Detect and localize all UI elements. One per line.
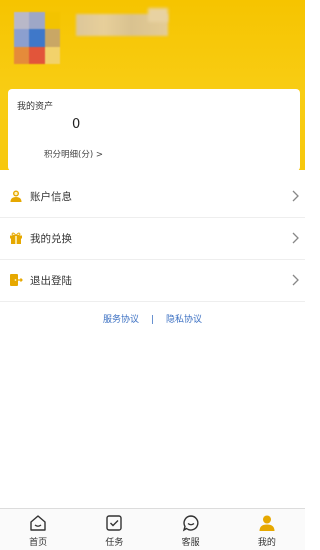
nickname-badge (148, 8, 168, 22)
home-icon (30, 515, 46, 531)
asset-title: 我的资产 (17, 102, 54, 112)
task-icon (106, 515, 123, 531)
menu-list: 账户信息 我的兑换 退出登陆 (0, 176, 305, 302)
menu-item-label: 我的兑换 (30, 233, 72, 245)
menu-item-logout[interactable]: 退出登陆 (0, 260, 305, 302)
menu-item-label: 退出登陆 (30, 275, 72, 287)
logout-icon (9, 273, 23, 287)
tab-label: 首页 (29, 538, 48, 548)
chevron-right-icon (292, 190, 299, 202)
tab-service[interactable]: 客服 (153, 509, 229, 550)
tab-task[interactable]: 任务 (76, 509, 152, 550)
tab-mine[interactable]: 我的 (229, 509, 305, 550)
profile-icon (259, 515, 275, 531)
bottom-tabbar: 首页 任务 客服 我的 (0, 508, 305, 550)
avatar[interactable] (14, 12, 60, 64)
link-separator: | (150, 315, 155, 325)
tab-label: 客服 (181, 538, 200, 548)
gift-icon (9, 231, 23, 245)
asset-value: 0 (72, 117, 81, 132)
asset-card: 我的资产 0 积分明细(分) > (8, 89, 300, 171)
agreement-links: 服务协议 | 隐私协议 (0, 312, 305, 325)
menu-item-label: 账户信息 (30, 191, 72, 203)
service-agreement-link[interactable]: 服务协议 (103, 312, 139, 325)
tab-home[interactable]: 首页 (0, 509, 76, 550)
chevron-right-icon (292, 232, 299, 244)
privacy-policy-link[interactable]: 隐私协议 (166, 312, 202, 325)
tab-label: 任务 (105, 538, 124, 548)
menu-item-account-info[interactable]: 账户信息 (0, 176, 305, 218)
user-icon (9, 189, 23, 203)
points-detail-link[interactable]: 积分明细(分) > (44, 148, 103, 160)
menu-item-my-exchange[interactable]: 我的兑换 (0, 218, 305, 260)
tab-label: 我的 (257, 538, 276, 548)
chevron-right-icon (292, 274, 299, 286)
chat-icon (182, 515, 199, 532)
